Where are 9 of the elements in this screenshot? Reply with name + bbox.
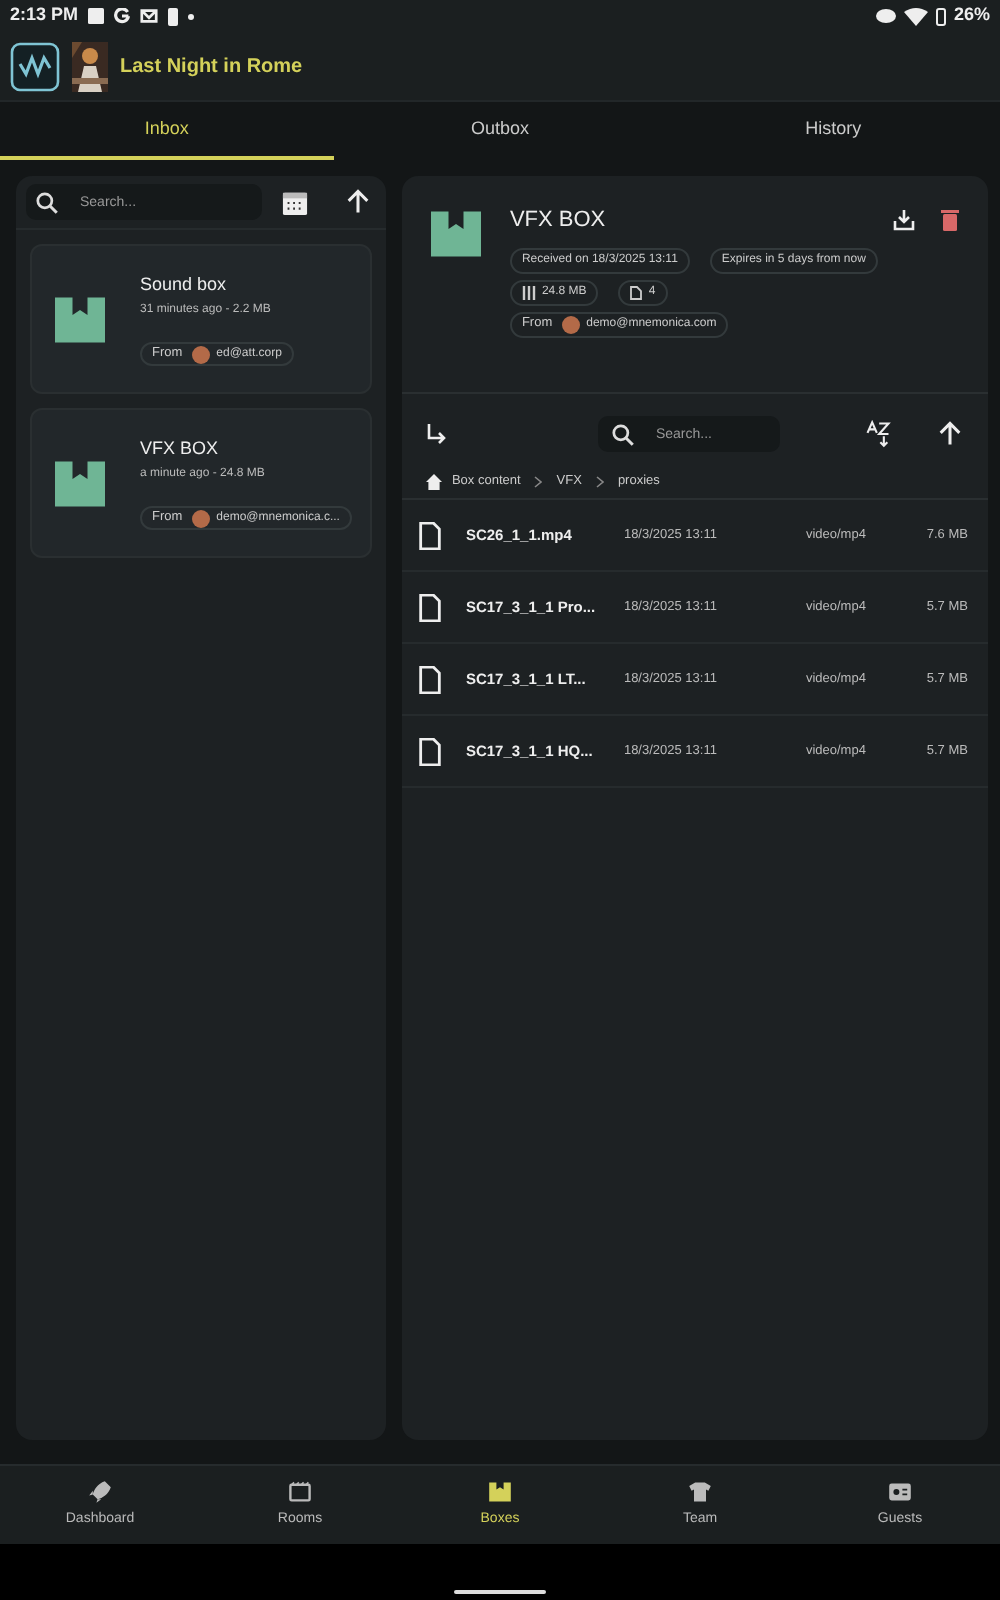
tab[interactable]: History xyxy=(666,102,1000,160)
project-title: Last Night in Rome xyxy=(120,53,303,81)
battery-level: 26% xyxy=(953,2,990,29)
box-title: Sound box xyxy=(140,271,229,298)
tab[interactable]: Outbox xyxy=(333,102,667,160)
tab[interactable]: Inbox xyxy=(0,102,334,160)
status-time: 2:13 PM xyxy=(10,2,79,29)
box-title: VFX BOX xyxy=(140,435,221,462)
box-title: VFX BOX xyxy=(509,206,606,236)
